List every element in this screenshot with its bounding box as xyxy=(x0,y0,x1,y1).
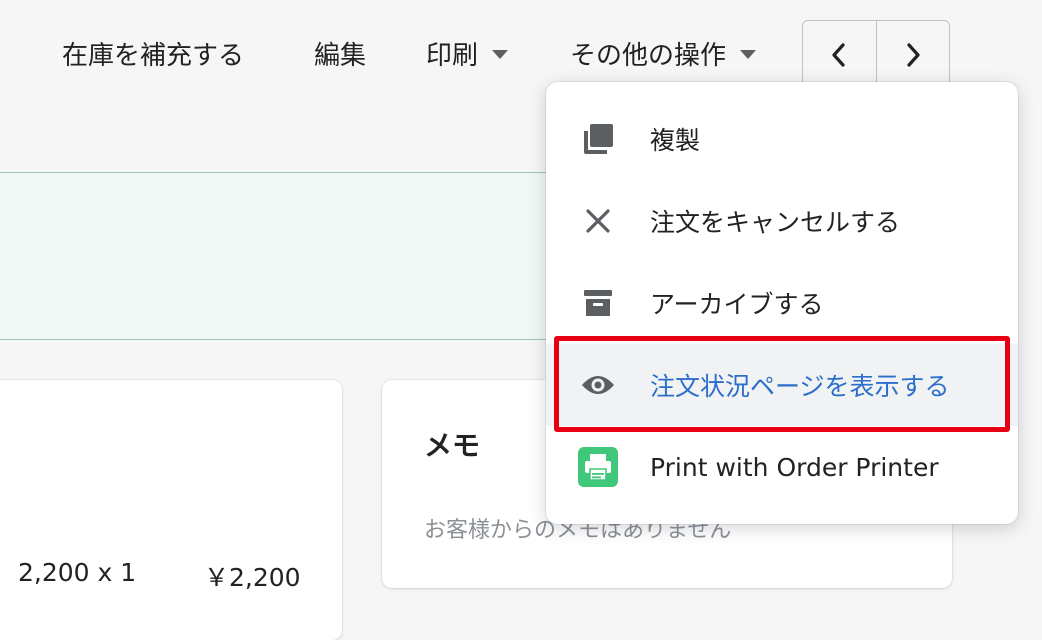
success-banner xyxy=(0,172,616,340)
next-order-button[interactable] xyxy=(875,21,950,89)
more-actions-label: その他の操作 xyxy=(570,41,727,71)
order-items-card xyxy=(0,380,342,640)
line-item-total: ￥2,200 xyxy=(204,563,301,592)
menu-item-duplicate[interactable]: 複製 xyxy=(546,98,1018,180)
menu-item-print-with-order-printer[interactable]: Print with Order Printer xyxy=(546,426,1018,508)
restock-label: 在庫を補充する xyxy=(62,41,245,71)
caret-down-icon xyxy=(740,50,757,59)
eye-icon xyxy=(578,365,618,405)
menu-item-label: アーカイブする xyxy=(650,290,824,319)
close-icon xyxy=(578,201,618,241)
more-actions-menu: 複製 注文をキャンセルする アーカイブする 注文状況ページを表示する Print… xyxy=(546,82,1018,524)
previous-order-button[interactable] xyxy=(803,21,876,89)
menu-item-view-order-status-page[interactable]: 注文状況ページを表示する xyxy=(546,344,1018,426)
line-item-price-quantity: 2,200 x 1 xyxy=(18,558,137,587)
menu-item-label: 注文をキャンセルする xyxy=(650,208,901,237)
edit-label: 編集 xyxy=(314,41,367,71)
menu-item-archive[interactable]: アーカイブする xyxy=(546,262,1018,344)
order-pager xyxy=(802,20,950,90)
menu-item-cancel-order[interactable]: 注文をキャンセルする xyxy=(546,180,1018,262)
edit-button[interactable]: 編集 xyxy=(314,34,366,78)
menu-item-label: 複製 xyxy=(650,126,701,155)
restock-button[interactable]: 在庫を補充する xyxy=(62,34,244,78)
chevron-left-icon xyxy=(832,43,845,67)
more-actions-dropdown-button[interactable]: その他の操作 xyxy=(570,34,757,78)
print-label: 印刷 xyxy=(426,41,479,71)
memo-title: メモ xyxy=(424,429,481,462)
chevron-right-icon xyxy=(907,43,920,67)
caret-down-icon xyxy=(492,50,509,59)
print-dropdown-button[interactable]: 印刷 xyxy=(426,34,509,78)
duplicate-icon xyxy=(578,119,618,159)
archive-icon xyxy=(578,283,618,323)
menu-item-label: 注文状況ページを表示する xyxy=(650,372,950,401)
menu-item-label: Print with Order Printer xyxy=(650,452,939,482)
printer-app-icon xyxy=(578,447,618,487)
